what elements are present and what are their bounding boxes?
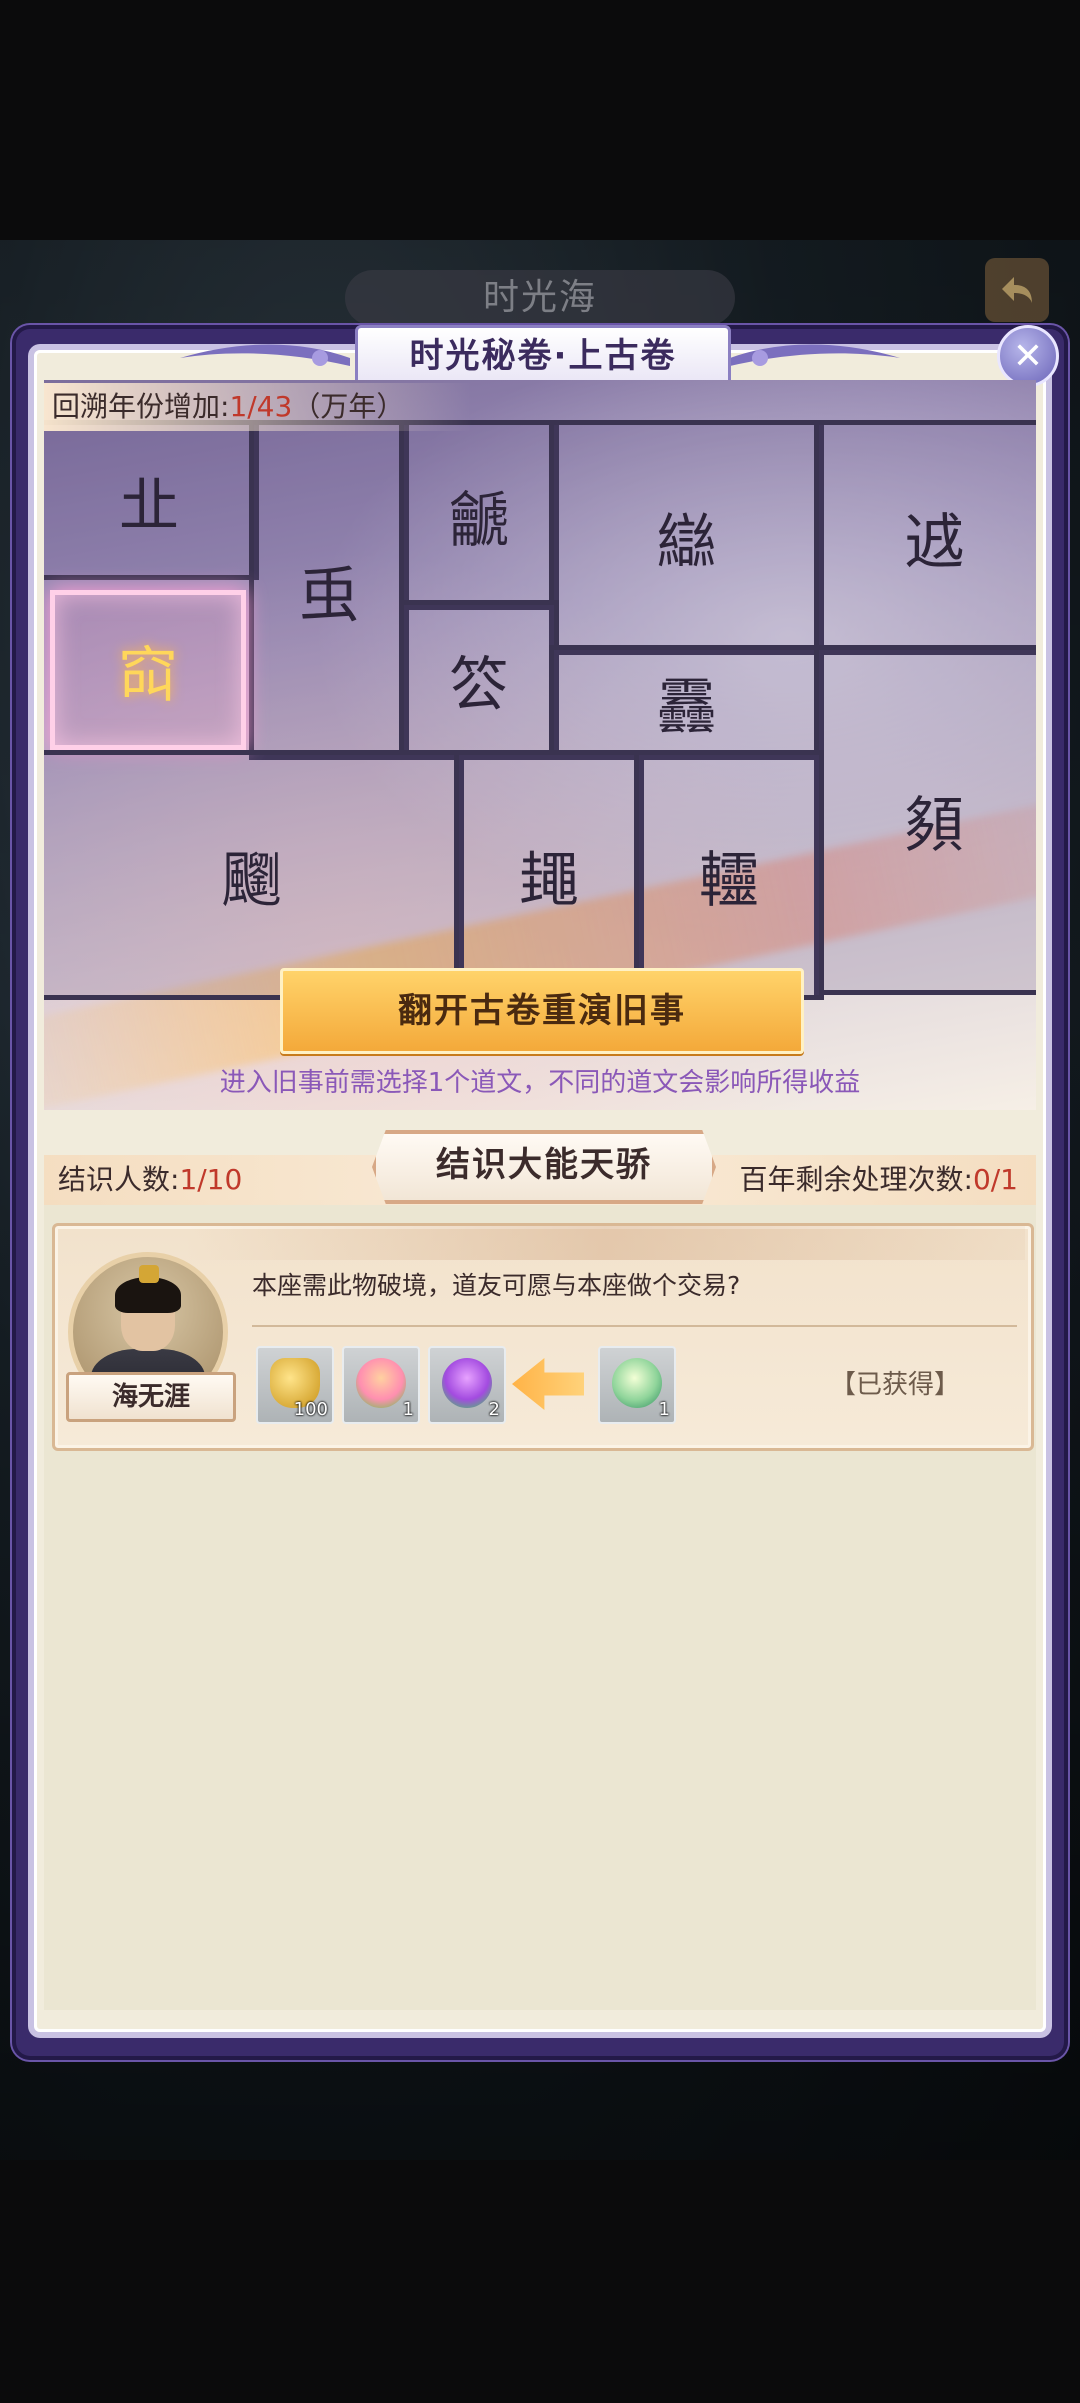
glyph: 䨺 [656, 673, 717, 743]
year-progress-value: 1/43 [229, 390, 293, 423]
glyph-tile[interactable]: 䵷 [454, 750, 644, 1000]
glyph-tile[interactable]: 䢕 [814, 420, 1036, 655]
glyph: 䫂 [904, 790, 964, 861]
glyph-tile[interactable]: 䇗 [399, 600, 559, 760]
trade-item-flower[interactable]: 1 [342, 1346, 420, 1424]
close-button[interactable]: ✕ [997, 325, 1059, 387]
glyph: 䬟 [221, 845, 282, 916]
section-title: 结识大能天骄 [372, 1130, 716, 1204]
remaining-count: 百年剩余处理次数:0/1 [740, 1160, 1019, 1200]
year-progress-unit: （万年） [292, 390, 405, 423]
glyph: 㐀 [119, 470, 179, 541]
glyph-tile[interactable]: 䫂 [814, 645, 1036, 995]
glyph-tile[interactable]: 䨺 [549, 645, 824, 760]
year-progress: 回溯年份增加:1/43（万年） [44, 383, 472, 431]
dialog-title: 时光秘卷·上古卷 [355, 325, 731, 387]
glyph: 䵷 [519, 845, 579, 916]
close-icon: ✕ [1012, 335, 1044, 377]
glyph: 䢕 [904, 508, 964, 578]
item-qty: 100 [293, 1399, 328, 1420]
back-arrow-icon [1002, 277, 1032, 303]
glyph-tile[interactable]: 䬟 [44, 750, 464, 1000]
trade-item-jade[interactable]: 1 [598, 1346, 676, 1424]
glyph: 䖝 [299, 560, 359, 631]
glyph-tile[interactable]: 䡿 [634, 750, 824, 1000]
open-scroll-button[interactable]: 翻开古卷重演旧事 [280, 968, 804, 1054]
trade-item-gold[interactable]: 100 [256, 1346, 334, 1424]
glyph-tile[interactable]: 䖝 [249, 420, 409, 760]
glyph: 䆗 [118, 640, 178, 711]
glyph-tile-selected[interactable]: 䆗 [50, 590, 246, 750]
glyph: 䜌 [656, 508, 717, 578]
glyph: 䇗 [449, 650, 509, 721]
npc-name: 海无涯 [66, 1372, 236, 1422]
count-label: 结识人数: [58, 1163, 180, 1196]
npc-dialogue: 本座需此物破境，道友可愿与本座做个交易? [252, 1271, 741, 1300]
back-button[interactable] [985, 258, 1049, 322]
bottom-safe-area [0, 2160, 1080, 2403]
year-progress-label: 回溯年份增加: [52, 390, 230, 423]
card-divider [252, 1325, 1017, 1327]
flower-icon [356, 1358, 406, 1408]
glyph: 䡿 [699, 845, 759, 916]
right-wing-ornament [730, 344, 900, 366]
item-qty: 2 [488, 1399, 500, 1420]
item-qty: 1 [658, 1399, 670, 1420]
brush-stroke [185, 1226, 1025, 1260]
count-value: 1/10 [179, 1163, 243, 1196]
glyph-tile[interactable]: 䶵 [399, 420, 559, 610]
item-qty: 1 [402, 1399, 414, 1420]
left-wing-ornament [180, 344, 350, 366]
jade-orb-icon [612, 1358, 662, 1408]
glyph-tile[interactable]: 㐀 [44, 420, 259, 580]
trade-status: 【已获得】 [830, 1370, 961, 1400]
background-title: 时光海 [345, 270, 735, 326]
glyph-tile[interactable]: 䜌 [549, 420, 824, 655]
remaining-label: 百年剩余处理次数: [739, 1163, 973, 1196]
remaining-value: 0/1 [972, 1163, 1018, 1196]
trade-item-lotus[interactable]: 2 [428, 1346, 506, 1424]
acquaintance-count: 结识人数:1/10 [58, 1160, 242, 1200]
lotus-icon [442, 1358, 492, 1408]
glyph: 䶵 [449, 485, 509, 556]
scroll-hint: 进入旧事前需选择1个道文，不同的道文会影响所得收益 [219, 1068, 861, 1098]
